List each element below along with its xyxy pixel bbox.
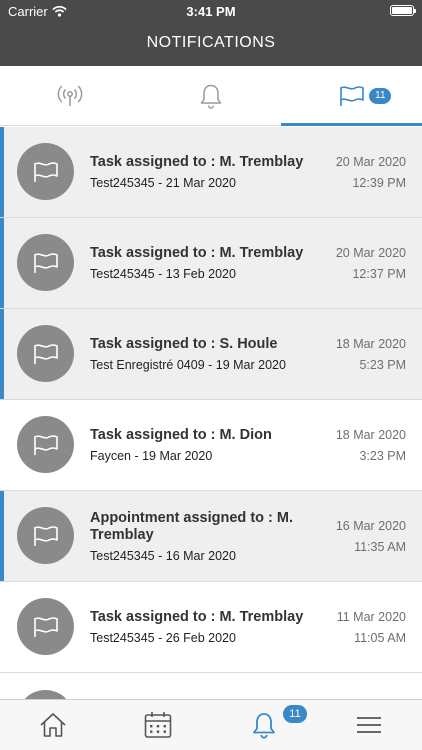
tab-task-count-badge: 11	[369, 88, 392, 104]
flag-icon	[33, 161, 58, 182]
notification-date: 16 Mar 2020	[335, 518, 406, 533]
status-time: 3:41 PM	[186, 4, 236, 19]
notification-subtitle: Test245345 - 13 Feb 2020	[90, 267, 236, 281]
notification-tabs: 11	[0, 66, 422, 126]
notification-subtitle: Test245345 - 16 Mar 2020	[90, 548, 236, 563]
bell-icon	[200, 84, 222, 109]
notification-item[interactable]	[0, 673, 422, 699]
tab-broadcast[interactable]	[0, 66, 141, 125]
notification-avatar	[17, 690, 74, 699]
notification-date: 11 Mar 2020	[336, 609, 406, 624]
notification-avatar	[17, 507, 74, 564]
notification-subtitle: Faycen - 19 Mar 2020	[90, 449, 213, 463]
tab-tasks[interactable]: 11	[281, 66, 422, 126]
notification-title: Appointment assigned to : M. Tremblay	[90, 509, 293, 543]
notification-item[interactable]: Task assigned to : M. Tremblay Test24534…	[0, 127, 422, 218]
notification-date: 18 Mar 2020	[335, 336, 406, 351]
notification-subtitle: Test245345 - 21 Mar 2020	[90, 176, 236, 190]
nav-calendar[interactable]	[106, 700, 212, 750]
notification-item[interactable]: Task assigned to : M. Dion Faycen - 19 M…	[0, 400, 422, 491]
notification-avatar	[17, 325, 74, 382]
nav-notifications[interactable]: 11	[211, 700, 317, 750]
notification-avatar	[17, 598, 74, 655]
notification-time: 11:35 AM	[354, 539, 406, 554]
flag-icon	[33, 525, 58, 546]
notification-subtitle: Test245345 - 26 Feb 2020	[90, 631, 236, 645]
menu-icon	[357, 717, 382, 733]
notification-time: 5:23 PM	[359, 357, 406, 372]
flag-icon	[33, 434, 58, 455]
notification-date: 20 Mar 2020	[335, 154, 406, 169]
notification-item[interactable]: Appointment assigned to : M. Tremblay Te…	[0, 491, 422, 582]
notification-date: 18 Mar 2020	[335, 427, 406, 442]
battery-icon	[390, 5, 416, 16]
notification-title: Task assigned to : M. Tremblay	[90, 609, 304, 625]
notification-list[interactable]: Task assigned to : M. Tremblay Test24534…	[0, 127, 422, 699]
page-title: NOTIFICATIONS	[146, 34, 276, 51]
flag-icon	[33, 252, 58, 273]
nav-menu[interactable]	[317, 700, 422, 750]
app-header: Carrier 3:41 PM NOTIFICATIONS	[0, 0, 422, 66]
bottom-nav: 11	[0, 699, 422, 750]
notification-date: 20 Mar 2020	[335, 245, 406, 260]
notification-item[interactable]: Task assigned to : M. Tremblay Test24534…	[0, 582, 422, 673]
notification-time: 3:23 PM	[359, 448, 406, 463]
notification-avatar	[17, 416, 74, 473]
notification-time: 11:05 AM	[354, 630, 406, 645]
notification-title: Task assigned to : M. Tremblay	[90, 245, 304, 261]
notification-title: Task assigned to : M. Tremblay	[90, 154, 304, 170]
notification-avatar	[17, 234, 74, 291]
notification-item[interactable]: Task assigned to : S. Houle Test Enregis…	[0, 309, 422, 400]
notification-time: 12:37 PM	[352, 266, 406, 281]
notification-avatar	[17, 143, 74, 200]
flag-icon	[339, 85, 364, 106]
flag-icon	[33, 616, 58, 637]
notification-item[interactable]: Task assigned to : M. Tremblay Test24534…	[0, 218, 422, 309]
status-bar: Carrier 3:41 PM	[0, 0, 422, 22]
notification-time: 12:39 PM	[352, 175, 406, 190]
notification-subtitle: Test Enregistré 0409 - 19 Mar 2020	[90, 358, 286, 372]
notification-title: Task assigned to : S. Houle	[90, 336, 278, 352]
bell-icon	[252, 713, 275, 739]
flag-icon	[33, 343, 58, 364]
calendar-icon	[144, 712, 172, 738]
home-icon	[40, 713, 66, 737]
nav-notification-badge: 11	[283, 705, 307, 723]
notification-title: Task assigned to : M. Dion	[90, 427, 272, 443]
nav-home[interactable]	[0, 700, 106, 750]
tab-alerts[interactable]	[141, 66, 282, 125]
broadcast-icon	[58, 84, 83, 106]
